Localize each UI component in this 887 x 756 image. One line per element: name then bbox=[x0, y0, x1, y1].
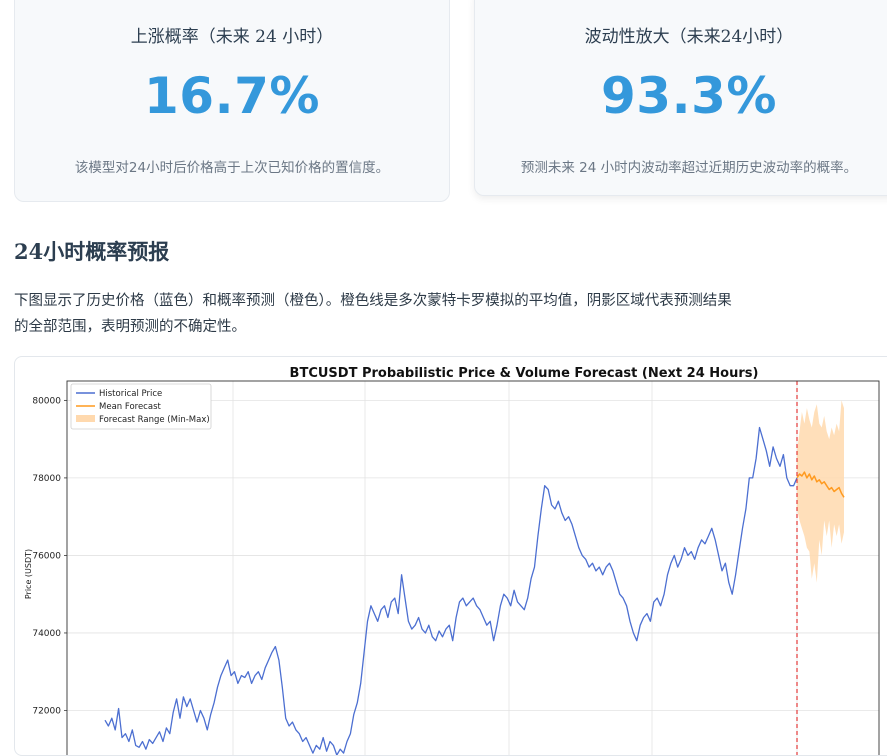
legend: Historical Price Mean Forecast Forecast … bbox=[70, 383, 212, 430]
y-tick-label: 76000 bbox=[32, 551, 61, 561]
series-layer bbox=[104, 381, 845, 755]
y-tick-label: 74000 bbox=[32, 629, 61, 639]
grid bbox=[67, 381, 879, 755]
card-title: 波动性放大（未来24小时） bbox=[584, 27, 794, 47]
forecast-chart-card: BTCUSDT Probabilistic Price & Volume For… bbox=[14, 356, 887, 756]
section-description-line: 的全部范围，表明预测的不确定性。 bbox=[14, 319, 246, 335]
section-description: 下图显示了历史价格（蓝色）和概率预测（橙色）。橙色线是多次蒙特卡罗模拟的平均值，… bbox=[14, 288, 814, 340]
card-description: 预测未来 24 小时内波动率超过近期历史波动率的概率。 bbox=[520, 160, 858, 176]
section-heading: 24小时概率预报 bbox=[14, 239, 170, 264]
y-tick-label: 72000 bbox=[32, 706, 61, 716]
upside-probability-card: 上涨概率（未来 24 小时） 16.7% 该模型对24小时后价格高于上次已知价格… bbox=[14, 0, 450, 202]
y-axis-label: Price (USDT) bbox=[24, 549, 33, 599]
card-description: 该模型对24小时后价格高于上次已知价格的置信度。 bbox=[74, 160, 390, 176]
card-title: 上涨概率（未来 24 小时） bbox=[130, 27, 334, 47]
card-value: 93.3% bbox=[601, 67, 777, 125]
volatility-card: 波动性放大（未来24小时） 93.3% 预测未来 24 小时内波动率超过近期历史… bbox=[474, 0, 887, 196]
y-tick-label: 78000 bbox=[32, 474, 61, 484]
y-tick-label: 80000 bbox=[32, 396, 61, 406]
section-description-line: 下图显示了历史价格（蓝色）和概率预测（橙色）。橙色线是多次蒙特卡罗模拟的平均值，… bbox=[14, 293, 732, 309]
chart-title: BTCUSDT Probabilistic Price & Volume For… bbox=[290, 366, 759, 381]
historical-price-line bbox=[104, 426, 798, 755]
axes: 72000 74000 76000 78000 80000 bbox=[32, 380, 880, 755]
legend-range-swatch bbox=[76, 415, 95, 422]
plot-frame bbox=[66, 380, 880, 755]
legend-range-label: Forecast Range (Min-Max) bbox=[99, 415, 210, 425]
legend-historical-label: Historical Price bbox=[99, 389, 162, 399]
legend-mean-label: Mean Forecast bbox=[99, 402, 161, 412]
card-value: 16.7% bbox=[144, 67, 320, 125]
forecast-chart: BTCUSDT Probabilistic Price & Volume For… bbox=[24, 366, 880, 755]
